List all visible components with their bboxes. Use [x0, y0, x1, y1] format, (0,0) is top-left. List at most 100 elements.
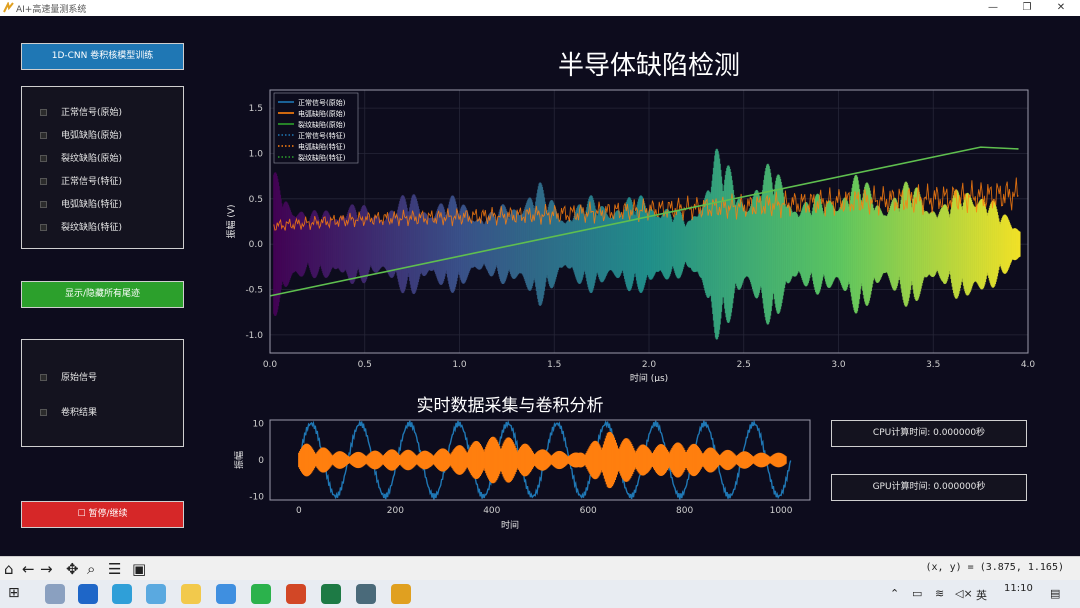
- pause-resume-button[interactable]: ☐ 暂停/继续: [21, 501, 184, 528]
- volume-icon[interactable]: ◁×: [955, 587, 973, 600]
- restore-button[interactable]: ❐: [1012, 0, 1042, 16]
- battery-icon: ▭: [912, 587, 923, 600]
- powerpoint-icon[interactable]: [286, 584, 306, 604]
- cpu-time-display: CPU计算时间: 0.000000秒: [831, 420, 1027, 447]
- x-tick-label: 3.5: [926, 360, 940, 370]
- window-title: AI+高速量测系统: [16, 5, 87, 15]
- app-icon: [3, 2, 14, 13]
- toggle-trails-button[interactable]: 显示/隐藏所有尾迹: [21, 281, 184, 308]
- gpu-time-display: GPU计算时间: 0.000000秒: [831, 474, 1027, 501]
- home-icon[interactable]: ⌂: [4, 560, 14, 578]
- x-tick-label: 1.5: [547, 360, 561, 370]
- legend: 正常信号(原始) 电弧缺陷(原始) 裂纹缺陷(原始) 正常信号(特征) 电弧缺陷(特征)…: [273, 92, 359, 164]
- zoom-icon[interactable]: ⌕: [87, 560, 95, 578]
- x-tick-label: 1.0: [452, 360, 467, 370]
- checkbox-panel-bottom: 原始信号 卷积结果: [21, 339, 184, 447]
- close-button[interactable]: ✕: [1046, 0, 1076, 16]
- wifi-icon: ≋: [935, 587, 945, 600]
- sub-x-axis-label: 时间: [501, 519, 519, 531]
- checkbox-arc-raw[interactable]: 电弧缺陷(原始): [40, 128, 122, 141]
- windows-start-icon[interactable]: ⊞: [8, 585, 20, 601]
- excel-icon[interactable]: [321, 584, 341, 604]
- main-chart[interactable]: 半导体缺陷检测 0.0 0.5 1.0 1.5 2.0 2.5 3.0 3.5 4.0 -1.0 -0…: [200, 30, 1040, 382]
- train-model-button[interactable]: 1D-CNN 卷积核模型训练: [21, 43, 184, 70]
- back-icon[interactable]: ←: [22, 560, 35, 578]
- x-tick-label: 3.0: [831, 360, 846, 370]
- y-tick-label: -1.0: [245, 331, 263, 341]
- forward-icon[interactable]: →: [40, 560, 53, 578]
- checkbox-normal-feature[interactable]: 正常信号(特征): [40, 174, 122, 187]
- legend-label: 电弧缺陷(特征): [298, 142, 346, 151]
- checkbox-label: 正常信号(原始): [61, 108, 123, 118]
- tray-chevron-icon[interactable]: ⌃: [890, 587, 899, 600]
- plot-toolbar: ⌂ ← → ✥ ⌕ ☰ ▣ (x, y) = (3.875, 1.165): [0, 556, 1080, 581]
- checkbox-box[interactable]: [40, 224, 47, 231]
- notification-icon[interactable]: ▤: [1050, 587, 1060, 600]
- checkbox-crack-raw[interactable]: 裂纹缺陷(原始): [40, 151, 122, 164]
- y-tick-label: 0.5: [249, 195, 263, 205]
- checkbox-label: 卷积结果: [61, 408, 98, 418]
- legend-label: 正常信号(特征): [298, 131, 346, 140]
- checkbox-box[interactable]: [40, 201, 47, 208]
- checkbox-arc-feature[interactable]: 电弧缺陷(特征): [40, 197, 122, 210]
- sub-x-tick-label: 600: [580, 506, 597, 516]
- x-tick-label: 0.5: [358, 360, 372, 370]
- edge-icon[interactable]: [112, 584, 132, 604]
- outlook-icon[interactable]: [78, 584, 98, 604]
- sub-y-tick-label: -10: [249, 492, 264, 502]
- sub-y-tick-label: 10: [253, 420, 265, 430]
- sub-x-tick-label: 0: [296, 506, 302, 516]
- sub-y-tick-label: 0: [258, 456, 264, 466]
- checkbox-box[interactable]: [40, 374, 47, 381]
- y-tick-label: 1.5: [249, 104, 263, 114]
- app-icon-10[interactable]: [356, 584, 376, 604]
- sub-x-tick-label: 200: [387, 506, 404, 516]
- minimize-button[interactable]: —: [978, 0, 1008, 16]
- legend-label: 电弧缺陷(原始): [298, 109, 346, 118]
- checkbox-box[interactable]: [40, 178, 47, 185]
- wechat-icon[interactable]: [251, 584, 271, 604]
- checkbox-label: 电弧缺陷(原始): [61, 131, 123, 141]
- checkbox-conv-result[interactable]: 卷积结果: [40, 405, 97, 418]
- sub-chart-title: 实时数据采集与卷积分析: [417, 396, 604, 416]
- x-tick-label: 2.5: [737, 360, 751, 370]
- x-tick-label: 0.0: [263, 360, 278, 370]
- checkbox-normal-raw[interactable]: 正常信号(原始): [40, 105, 122, 118]
- python-app-icon[interactable]: [391, 584, 411, 604]
- checkbox-box[interactable]: [40, 132, 47, 139]
- y-tick-label: 1.0: [249, 149, 264, 159]
- legend-label: 正常信号(原始): [298, 98, 346, 107]
- clock[interactable]: 11:10: [1004, 583, 1033, 594]
- sub-x-tick-label: 800: [676, 506, 693, 516]
- app-icon-4[interactable]: [146, 584, 166, 604]
- sub-chart[interactable]: 实时数据采集与卷积分析 0 200 400 600 800 1000 -10 0 10 时间 振幅: [200, 386, 820, 536]
- checkbox-raw-signal[interactable]: 原始信号: [40, 370, 97, 383]
- y-tick-label: -0.5: [245, 286, 263, 296]
- x-tick-label: 2.0: [642, 360, 657, 370]
- sub-x-tick-label: 400: [483, 506, 500, 516]
- checkbox-box[interactable]: [40, 109, 47, 116]
- checkbox-label: 正常信号(特征): [61, 177, 123, 187]
- x-axis-label: 时间 (μs): [630, 372, 668, 382]
- configure-icon[interactable]: ☰: [108, 560, 121, 578]
- y-tick-label: 0.0: [249, 240, 264, 250]
- checkbox-box[interactable]: [40, 155, 47, 162]
- os-taskbar: ⊞ ⌃ ▭ ≋ ◁× 英 11:10 ▤: [0, 580, 1080, 608]
- checkbox-label: 裂纹缺陷(特征): [61, 223, 123, 233]
- save-icon[interactable]: ▣: [132, 560, 146, 578]
- window-titlebar: AI+高速量测系统 — ❐ ✕: [0, 0, 1080, 17]
- y-axis-label: 振幅 (V): [225, 204, 237, 238]
- app-icon-1[interactable]: [45, 584, 65, 604]
- ime-indicator[interactable]: 英: [976, 587, 987, 603]
- app-icon-6[interactable]: [216, 584, 236, 604]
- x-tick-label: 4.0: [1021, 360, 1036, 370]
- pan-icon[interactable]: ✥: [66, 560, 79, 578]
- sub-y-axis-label: 振幅: [233, 451, 245, 469]
- figure-canvas: 1D-CNN 卷积核模型训练 正常信号(原始) 电弧缺陷(原始) 裂纹缺陷(原始…: [0, 16, 1080, 556]
- legend-label: 裂纹缺陷(特征): [298, 153, 346, 162]
- checkbox-box[interactable]: [40, 409, 47, 416]
- checkbox-label: 原始信号: [61, 373, 98, 383]
- checkbox-crack-feature[interactable]: 裂纹缺陷(特征): [40, 220, 122, 233]
- file-explorer-icon[interactable]: [181, 584, 201, 604]
- main-chart-title: 半导体缺陷检测: [558, 51, 740, 81]
